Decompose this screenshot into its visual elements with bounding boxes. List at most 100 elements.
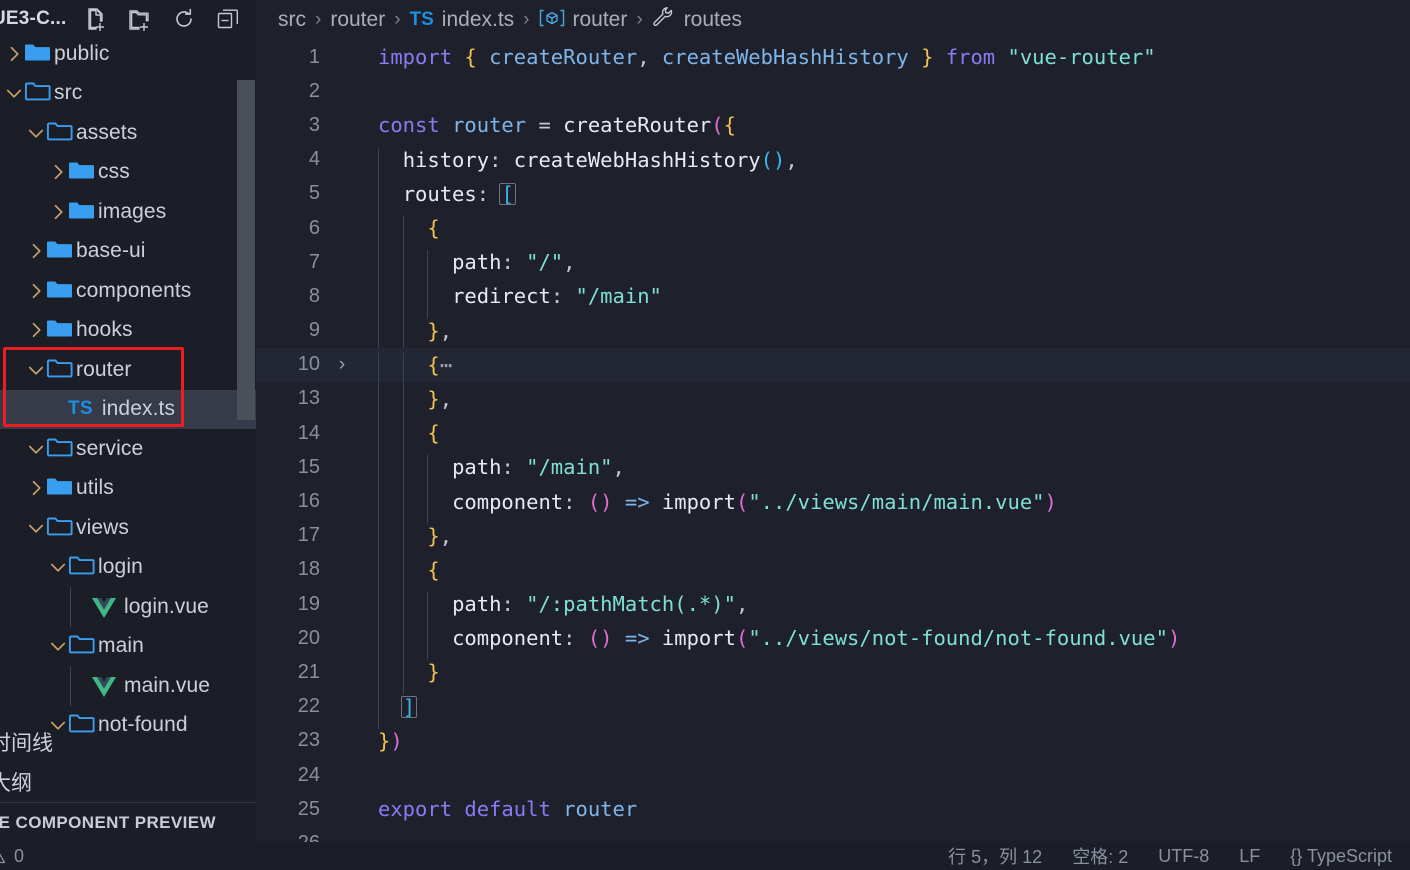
tree-item-login-vue[interactable]: login.vue	[0, 587, 256, 627]
code-token: ,	[439, 318, 453, 343]
refresh-icon[interactable]	[172, 7, 196, 31]
folder-icon	[24, 81, 54, 105]
code-line[interactable]: 21 }	[256, 655, 1410, 695]
code-token: export	[378, 797, 453, 822]
code-line[interactable]: 7 path: "/",	[256, 245, 1410, 285]
code-line[interactable]: 3 const router = createRouter({	[256, 108, 1410, 142]
tree-item-main-vue[interactable]: main.vue	[0, 666, 256, 706]
code-token: :	[476, 181, 502, 206]
fold-expand-icon[interactable]: ›	[324, 354, 360, 376]
tree-item-css[interactable]: css	[0, 153, 256, 193]
code-line[interactable]: 15 path: "/main",	[256, 450, 1410, 490]
tree-item-images[interactable]: images	[0, 192, 256, 232]
chevron-down-icon[interactable]	[48, 636, 68, 656]
chevron-down-icon[interactable]	[48, 557, 68, 577]
new-file-icon[interactable]	[84, 7, 108, 31]
chevron-right-icon[interactable]	[26, 281, 46, 301]
tree-item-main[interactable]: main	[0, 627, 256, 667]
chevron-down-icon[interactable]	[26, 518, 46, 538]
breadcrumb-item-label: routes	[683, 8, 743, 31]
code-line[interactable]: 10 › {⋯	[256, 347, 1410, 387]
code-line[interactable]: 8 redirect: "/main"	[256, 279, 1410, 319]
tree-item-assets[interactable]: assets	[0, 113, 256, 153]
new-folder-icon[interactable]	[128, 7, 152, 31]
cursor-position[interactable]: 行 5，列 12	[948, 843, 1042, 869]
code-line[interactable]: 17 },	[256, 519, 1410, 558]
tree-item-hooks[interactable]: hooks	[0, 311, 256, 351]
timeline-panel[interactable]: 时间线	[0, 722, 256, 762]
breadcrumb-item-src[interactable]: src	[278, 8, 306, 32]
breadcrumb-item-router[interactable]: router	[539, 8, 627, 33]
tree-item-label: router	[76, 357, 132, 381]
code-line[interactable]: 9 },	[256, 314, 1410, 353]
language-mode[interactable]: {} TypeScript	[1290, 846, 1392, 867]
tree-item-base-ui[interactable]: base-ui	[0, 232, 256, 272]
code-token: from	[945, 45, 996, 70]
chevron-right-icon[interactable]	[26, 241, 46, 261]
file-tree[interactable]: public src assets css images base-ui component…	[0, 34, 256, 736]
chevron-right-icon[interactable]	[48, 202, 68, 222]
chevron-down-icon[interactable]	[26, 439, 46, 459]
chevron-right-icon[interactable]	[26, 320, 46, 340]
tree-item-router[interactable]: router	[0, 350, 256, 390]
folder-icon	[68, 200, 98, 224]
tree-item-index-ts[interactable]: TS index.ts	[0, 389, 256, 429]
line-number: 22	[297, 695, 320, 718]
code-line[interactable]: 1 import { createRouter, createWebHashHis…	[256, 40, 1410, 74]
code-line[interactable]: 23})	[256, 724, 1410, 758]
warning-count: 0	[14, 845, 25, 866]
chevron-right-icon[interactable]	[4, 44, 24, 64]
code-line[interactable]: 2	[256, 74, 1410, 108]
tree-item-public[interactable]: public	[0, 34, 256, 74]
folder-icon	[46, 358, 76, 382]
indent-setting[interactable]: 空格: 2	[1072, 843, 1128, 869]
code-line[interactable]: 20 component: () => import("../views/not…	[256, 621, 1410, 661]
code-line[interactable]: 13 },	[256, 382, 1410, 422]
tree-twisty-placeholder	[48, 399, 68, 419]
breadcrumb[interactable]: src › router › TS index.ts › router › routes	[256, 0, 1410, 40]
code-token: (	[711, 113, 724, 138]
problems-indicator[interactable]: 0	[0, 846, 24, 867]
chevron-down-icon[interactable]	[26, 123, 46, 143]
chevron-down-icon[interactable]	[4, 83, 24, 103]
code-line[interactable]: 18 {	[256, 553, 1410, 593]
vue-component-preview-panel[interactable]: UE COMPONENT PREVIEW	[0, 802, 256, 842]
code-line[interactable]: 22 ]	[256, 690, 1410, 729]
code-editor[interactable]: 1 import { createRouter, createWebHashHis…	[256, 40, 1410, 842]
outline-panel[interactable]: 大纲	[0, 762, 256, 802]
breadcrumb-item-router[interactable]: router	[330, 8, 385, 32]
line-number: 21	[297, 660, 320, 683]
code-line[interactable]: 4 history: createWebHashHistory(),	[256, 143, 1410, 182]
code-line[interactable]: 5 routes: [	[256, 177, 1410, 217]
chevron-right-icon[interactable]	[26, 478, 46, 498]
collapse-all-icon[interactable]	[216, 7, 240, 31]
tree-item-views[interactable]: views	[0, 508, 256, 548]
tree-item-src[interactable]: src	[0, 74, 256, 114]
code-line[interactable]: 16 component: () => import("../views/mai…	[256, 484, 1410, 524]
code-token: (	[735, 626, 749, 651]
breadcrumb-item-routes[interactable]: routes	[652, 6, 742, 34]
code-token: createRouter	[489, 45, 638, 70]
chevron-right-icon[interactable]	[48, 162, 68, 182]
code-line[interactable]: 24	[256, 758, 1410, 792]
tree-item-components[interactable]: components	[0, 271, 256, 311]
tree-item-service[interactable]: service	[0, 429, 256, 469]
tree-item-utils[interactable]: utils	[0, 469, 256, 509]
code-line[interactable]: 14 {	[256, 416, 1410, 456]
tree-twisty-placeholder	[70, 676, 90, 696]
eol-setting[interactable]: LF	[1239, 846, 1260, 867]
chevron-down-icon[interactable]	[26, 360, 46, 380]
code-line[interactable]: 25 export default router	[256, 792, 1410, 826]
tree-item-login[interactable]: login	[0, 548, 256, 588]
code-line-text: path: "/main",	[360, 455, 1410, 490]
encoding-setting[interactable]: UTF-8	[1158, 846, 1209, 867]
code-line[interactable]: 6 {	[256, 211, 1410, 251]
sidebar-scrollbar[interactable]	[237, 80, 255, 420]
line-number: 16	[297, 490, 320, 513]
breadcrumb-item-index-ts[interactable]: TS index.ts	[410, 8, 515, 32]
code-line[interactable]: 19 path: "/:pathMatch(.*)",	[256, 587, 1410, 627]
code-line[interactable]: 26	[256, 826, 1410, 842]
